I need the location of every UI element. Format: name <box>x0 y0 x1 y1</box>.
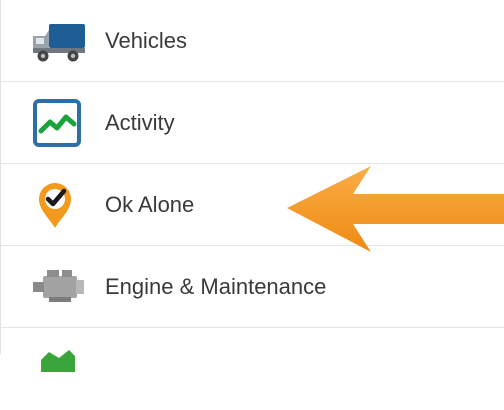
menu-item-engine-maintenance[interactable]: Engine & Maintenance <box>1 246 504 328</box>
engine-icon <box>29 262 87 312</box>
green-icon <box>29 342 87 392</box>
truck-icon <box>29 16 87 66</box>
menu-item-label: Vehicles <box>105 28 187 53</box>
menu-item-vehicles[interactable]: Vehicles <box>1 0 504 82</box>
menu-item-label: Engine & Maintenance <box>105 274 327 299</box>
menu-item-label: Ok Alone <box>105 192 195 217</box>
arrow-left-icon <box>285 160 504 256</box>
location-check-icon <box>29 180 87 230</box>
menu-item-activity[interactable]: Activity <box>1 82 504 164</box>
menu-item-partial[interactable] <box>1 328 504 410</box>
menu-item-label: Activity <box>105 110 175 135</box>
activity-chart-icon <box>29 98 87 148</box>
